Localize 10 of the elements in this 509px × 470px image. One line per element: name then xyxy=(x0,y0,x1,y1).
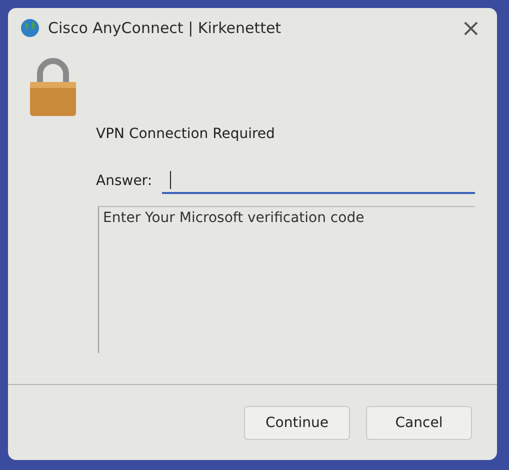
answer-label: Answer: xyxy=(96,173,152,189)
answer-field[interactable] xyxy=(162,168,475,194)
globe-icon xyxy=(20,18,40,38)
cancel-button[interactable]: Cancel xyxy=(366,406,472,440)
prompt-text: VPN Connection Required xyxy=(96,126,276,142)
continue-button[interactable]: Continue xyxy=(244,406,350,440)
close-button[interactable]: × xyxy=(456,16,485,40)
window-title: Cisco AnyConnect | Kirkenettet xyxy=(48,19,282,37)
message-text: Enter Your Microsoft verification code xyxy=(98,206,475,353)
padlock-icon xyxy=(28,58,78,116)
